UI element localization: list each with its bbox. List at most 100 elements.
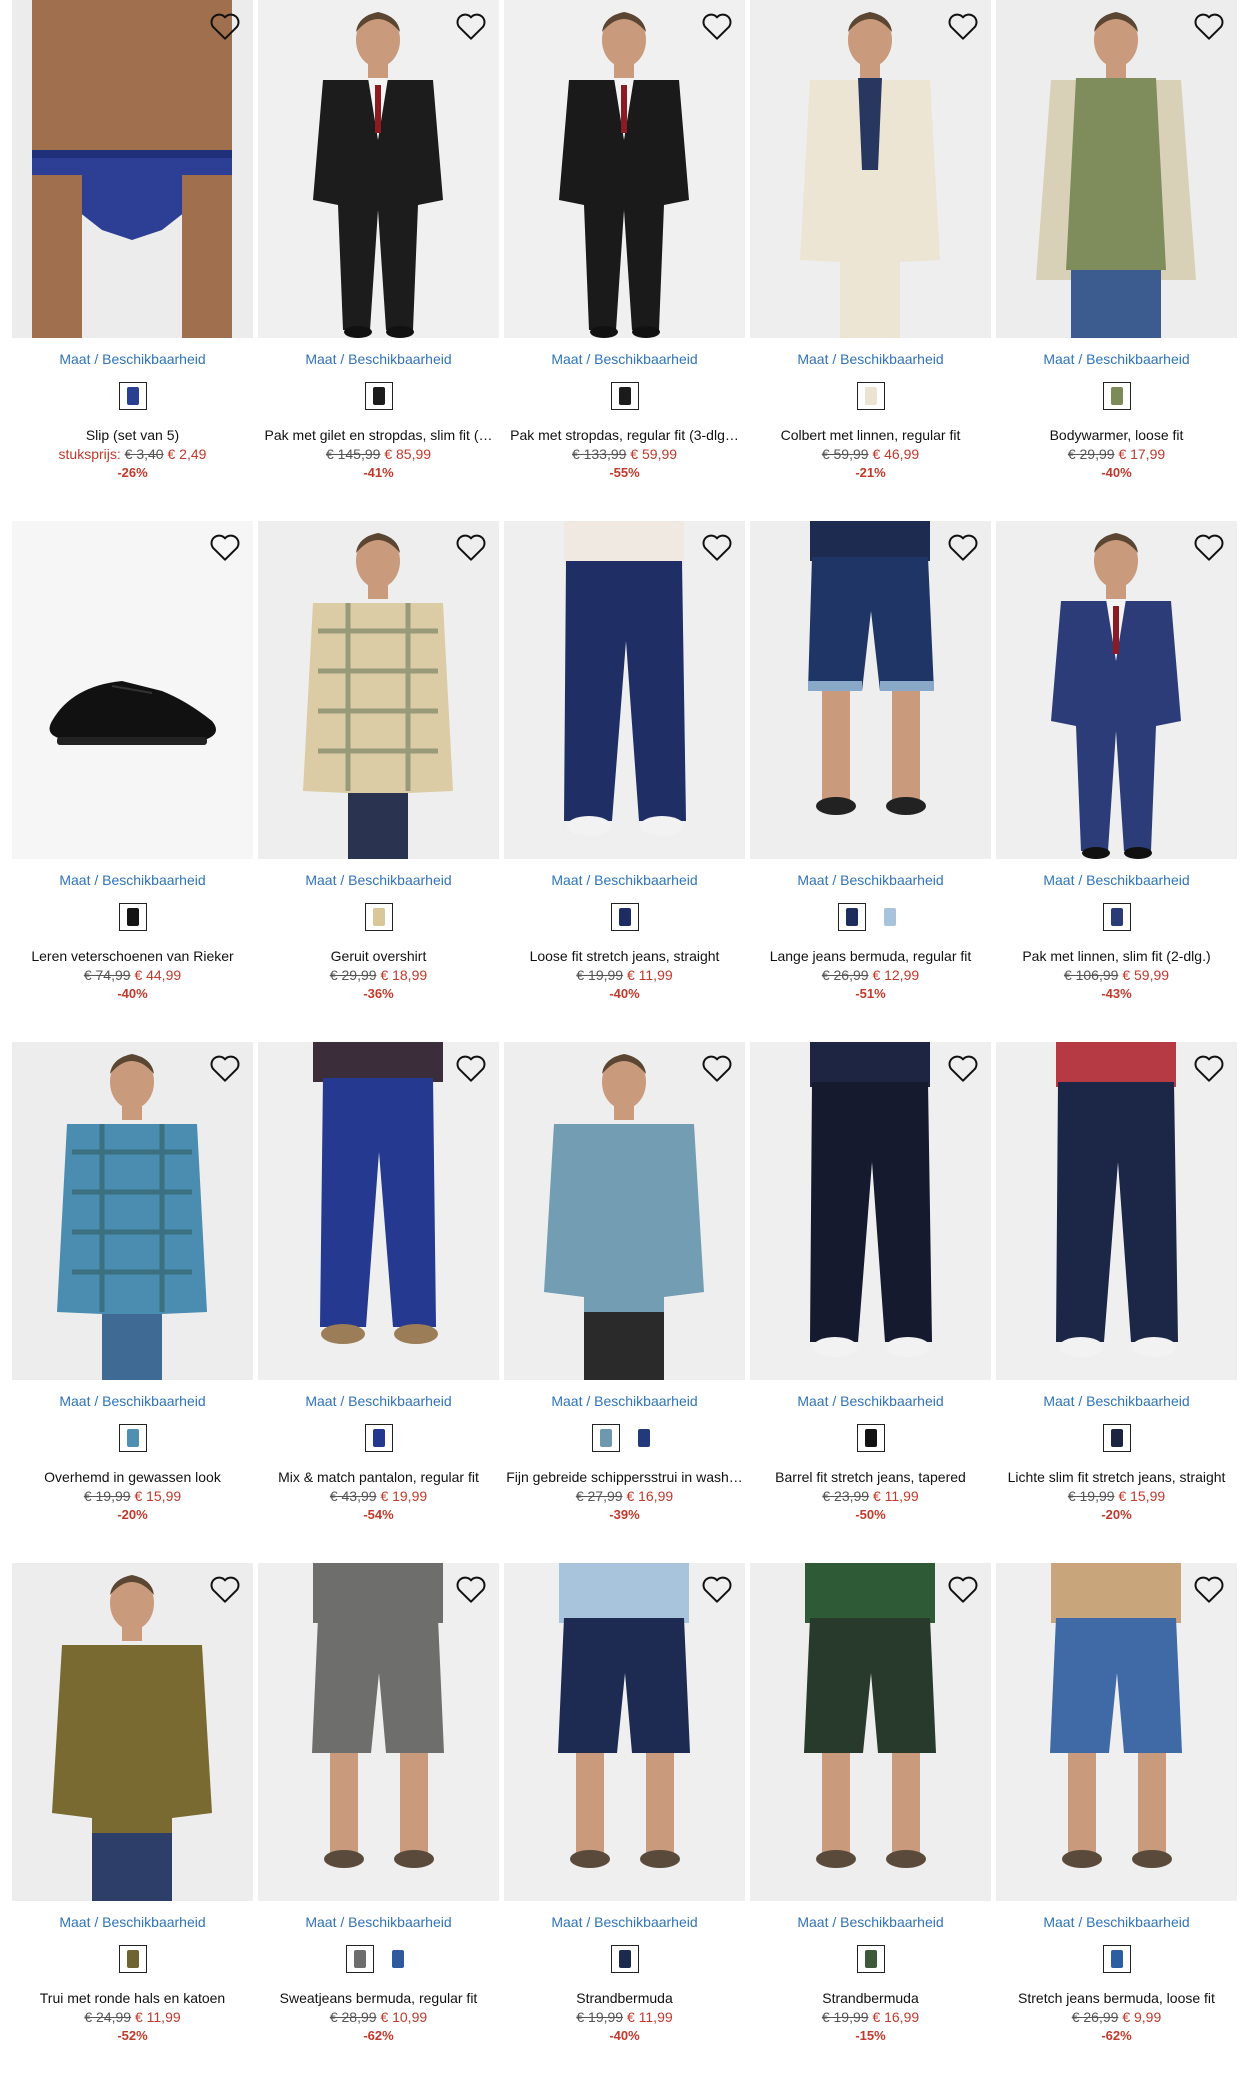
size-availability-link[interactable]: Maat / Beschikbaarheid [12, 350, 253, 368]
color-swatch[interactable] [591, 1424, 620, 1452]
size-availability-link[interactable]: Maat / Beschikbaarheid [12, 1392, 253, 1410]
product-image[interactable] [504, 1042, 745, 1380]
wishlist-heart-icon[interactable] [1193, 1052, 1225, 1084]
product-image[interactable] [258, 0, 499, 338]
color-swatch[interactable] [1102, 1424, 1131, 1452]
wishlist-heart-icon[interactable] [701, 10, 733, 42]
size-availability-link[interactable]: Maat / Beschikbaarheid [996, 1913, 1237, 1931]
product-image[interactable] [750, 0, 991, 338]
size-availability-link[interactable]: Maat / Beschikbaarheid [504, 1913, 745, 1931]
product-card[interactable]: Maat / Beschikbaarheid Mix & match pantal… [258, 1042, 499, 1563]
product-title[interactable]: Trui met ronde hals en katoen [12, 1989, 253, 2007]
product-title[interactable]: Lange jeans bermuda, regular fit [750, 947, 991, 965]
size-availability-link[interactable]: Maat / Beschikbaarheid [258, 1392, 499, 1410]
color-swatch[interactable] [610, 1945, 639, 1973]
product-image[interactable] [258, 521, 499, 859]
color-swatch[interactable] [118, 903, 147, 931]
product-image[interactable] [750, 521, 991, 859]
wishlist-heart-icon[interactable] [455, 1052, 487, 1084]
wishlist-heart-icon[interactable] [455, 1573, 487, 1605]
product-image[interactable] [750, 1042, 991, 1380]
product-card[interactable]: Maat / Beschikbaarheid Pak met linnen, sl… [996, 521, 1237, 1042]
product-card[interactable]: Maat / Beschikbaarheid Colbert met linnen… [750, 0, 991, 521]
product-title[interactable]: Pak met linnen, slim fit (2-dlg.) [996, 947, 1237, 965]
wishlist-heart-icon[interactable] [947, 10, 979, 42]
product-image[interactable] [12, 1042, 253, 1380]
color-swatch[interactable] [383, 1945, 412, 1973]
wishlist-heart-icon[interactable] [209, 531, 241, 563]
color-swatch[interactable] [118, 1945, 147, 1973]
wishlist-heart-icon[interactable] [209, 10, 241, 42]
product-title[interactable]: Mix & match pantalon, regular fit [258, 1468, 499, 1486]
color-swatch[interactable] [1102, 1945, 1131, 1973]
product-card[interactable]: Maat / Beschikbaarheid Geruit overshirt € … [258, 521, 499, 1042]
size-availability-link[interactable]: Maat / Beschikbaarheid [750, 350, 991, 368]
product-title[interactable]: Loose fit stretch jeans, straight [504, 947, 745, 965]
wishlist-heart-icon[interactable] [947, 1573, 979, 1605]
size-availability-link[interactable]: Maat / Beschikbaarheid [504, 350, 745, 368]
size-availability-link[interactable]: Maat / Beschikbaarheid [996, 1392, 1237, 1410]
product-card[interactable]: Maat / Beschikbaarheid Trui met ronde hal… [12, 1563, 253, 2084]
product-card[interactable]: Maat / Beschikbaarheid Overhemd in gewass… [12, 1042, 253, 1563]
size-availability-link[interactable]: Maat / Beschikbaarheid [258, 871, 499, 889]
color-swatch[interactable] [875, 903, 904, 931]
size-availability-link[interactable]: Maat / Beschikbaarheid [996, 350, 1237, 368]
color-swatch[interactable] [118, 382, 147, 410]
color-swatch[interactable] [1102, 903, 1131, 931]
wishlist-heart-icon[interactable] [947, 1052, 979, 1084]
wishlist-heart-icon[interactable] [455, 10, 487, 42]
size-availability-link[interactable]: Maat / Beschikbaarheid [750, 1392, 991, 1410]
color-swatch[interactable] [629, 1424, 658, 1452]
product-card[interactable]: Maat / Beschikbaarheid Strandbermuda € 19,… [750, 1563, 991, 2084]
wishlist-heart-icon[interactable] [455, 531, 487, 563]
color-swatch[interactable] [856, 1424, 885, 1452]
color-swatch[interactable] [610, 903, 639, 931]
product-image[interactable] [996, 1042, 1237, 1380]
product-image[interactable] [996, 521, 1237, 859]
product-image[interactable] [258, 1563, 499, 1901]
product-image[interactable] [504, 1563, 745, 1901]
product-title[interactable]: Overhemd in gewassen look [12, 1468, 253, 1486]
color-swatch[interactable] [118, 1424, 147, 1452]
product-card[interactable]: Maat / Beschikbaarheid Lichte slim fit st… [996, 1042, 1237, 1563]
product-image[interactable] [504, 521, 745, 859]
color-swatch[interactable] [364, 903, 393, 931]
product-card[interactable]: Maat / Beschikbaarheid Sweatjeans bermuda… [258, 1563, 499, 2084]
product-title[interactable]: Colbert met linnen, regular fit [750, 426, 991, 444]
product-title[interactable]: Bodywarmer, loose fit [996, 426, 1237, 444]
size-availability-link[interactable]: Maat / Beschikbaarheid [750, 871, 991, 889]
wishlist-heart-icon[interactable] [947, 531, 979, 563]
wishlist-heart-icon[interactable] [701, 531, 733, 563]
product-card[interactable]: Maat / Beschikbaarheid Lange jeans bermud… [750, 521, 991, 1042]
product-title[interactable]: Fijn gebreide schippersstrui in wash… [504, 1468, 745, 1486]
color-swatch[interactable] [364, 382, 393, 410]
product-title[interactable]: Pak met stropdas, regular fit (3-dlg… [504, 426, 745, 444]
product-title[interactable]: Sweatjeans bermuda, regular fit [258, 1989, 499, 2007]
wishlist-heart-icon[interactable] [701, 1573, 733, 1605]
wishlist-heart-icon[interactable] [1193, 531, 1225, 563]
size-availability-link[interactable]: Maat / Beschikbaarheid [258, 1913, 499, 1931]
product-image[interactable] [504, 0, 745, 338]
product-image[interactable] [12, 0, 253, 338]
product-title[interactable]: Leren veterschoenen van Rieker [12, 947, 253, 965]
wishlist-heart-icon[interactable] [1193, 10, 1225, 42]
wishlist-heart-icon[interactable] [1193, 1573, 1225, 1605]
size-availability-link[interactable]: Maat / Beschikbaarheid [12, 871, 253, 889]
size-availability-link[interactable]: Maat / Beschikbaarheid [12, 1913, 253, 1931]
product-card[interactable]: Maat / Beschikbaarheid Leren veterschoene… [12, 521, 253, 1042]
product-image[interactable] [12, 1563, 253, 1901]
product-title[interactable]: Barrel fit stretch jeans, tapered [750, 1468, 991, 1486]
wishlist-heart-icon[interactable] [209, 1573, 241, 1605]
product-title[interactable]: Lichte slim fit stretch jeans, straight [996, 1468, 1237, 1486]
size-availability-link[interactable]: Maat / Beschikbaarheid [504, 1392, 745, 1410]
wishlist-heart-icon[interactable] [209, 1052, 241, 1084]
product-card[interactable]: Maat / Beschikbaarheid Fijn gebreide schi… [504, 1042, 745, 1563]
color-swatch[interactable] [856, 382, 885, 410]
color-swatch[interactable] [610, 382, 639, 410]
size-availability-link[interactable]: Maat / Beschikbaarheid [504, 871, 745, 889]
product-card[interactable]: Maat / Beschikbaarheid Loose fit stretch … [504, 521, 745, 1042]
color-swatch[interactable] [837, 903, 866, 931]
product-card[interactable]: Maat / Beschikbaarheid Stretch jeans berm… [996, 1563, 1237, 2084]
product-card[interactable]: Maat / Beschikbaarheid Slip (set van 5) st… [12, 0, 253, 521]
color-swatch[interactable] [1102, 382, 1131, 410]
